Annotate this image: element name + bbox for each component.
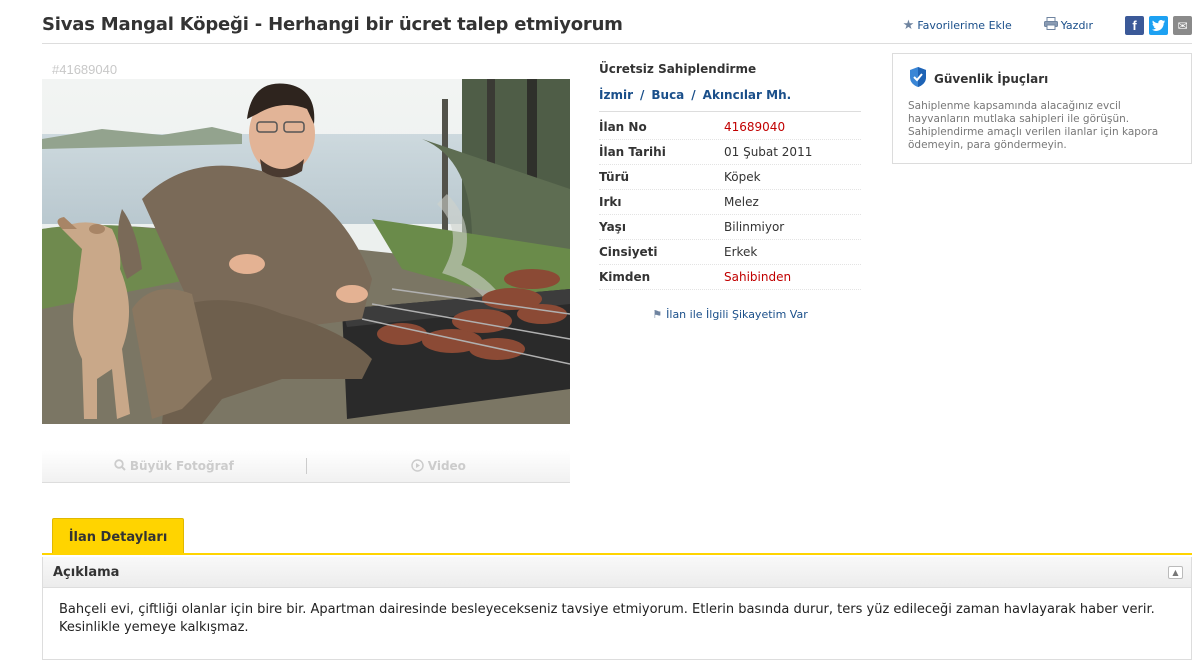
collapse-icon[interactable]: ▲	[1168, 565, 1183, 579]
info-row-label: Türü	[599, 170, 630, 184]
info-row-label: Irkı	[599, 195, 622, 209]
star-icon: ★	[902, 18, 915, 33]
breadcrumb-neighborhood[interactable]: Akıncılar Mh.	[703, 88, 792, 102]
print-button[interactable]: Yazdır	[1043, 17, 1093, 34]
flag-icon: ⚑	[652, 308, 663, 321]
safety-tips-header: Güvenlik İpuçları	[908, 66, 1176, 91]
safety-tips-text: Sahiplenme kapsamında alacağınız evcil h…	[908, 100, 1159, 151]
play-icon	[410, 459, 428, 473]
media-bar: Büyük Fotoğraf Video	[42, 450, 570, 483]
category-label: Ücretsiz Sahiplendirme	[599, 62, 757, 76]
breadcrumb-district[interactable]: Buca	[651, 88, 684, 102]
share-buttons: f ✉	[1125, 16, 1192, 35]
description-header: Açıklama ▲	[43, 557, 1191, 588]
description-text: Bahçeli evi, çiftliği olanlar için bire …	[59, 602, 1155, 635]
top-actions: ★ Favorilerime Ekle Yazdır f ✉	[903, 16, 1192, 35]
info-row-value: 01 Şubat 2011	[724, 145, 813, 159]
info-row-label: Kimden	[599, 270, 651, 284]
description-panel: Açıklama ▲ Bahçeli evi, çiftliği olanlar…	[42, 557, 1192, 660]
info-row-value: 41689040	[724, 120, 786, 134]
big-photo-label: Büyük Fotoğraf	[129, 459, 234, 473]
mail-share-icon[interactable]: ✉	[1173, 16, 1192, 35]
video-label: Video	[427, 459, 466, 473]
info-row: İlan Tarihi 01 Şubat 2011	[599, 140, 861, 165]
listing-info: Ücretsiz Sahiplendirme İzmir / Buca / Akıncı…	[599, 62, 861, 321]
print-label: Yazdır	[1060, 19, 1093, 32]
info-row: Cinsiyeti Erkek	[599, 240, 861, 265]
facebook-share-icon[interactable]: f	[1125, 16, 1144, 35]
info-row-value: Köpek	[724, 170, 761, 184]
report-listing-link[interactable]: ⚑ İlan ile İlgili Şikayetim Var	[599, 308, 861, 321]
photo-watermark-id: #41689040	[52, 62, 118, 77]
page-title: Sivas Mangal Köpeği - Herhangi bir ücret…	[42, 14, 623, 35]
description-title: Açıklama	[53, 564, 120, 580]
info-row-value: Melez	[724, 195, 759, 209]
breadcrumb-city[interactable]: İzmir	[599, 88, 633, 102]
location-breadcrumb: İzmir / Buca / Akıncılar Mh.	[599, 88, 861, 112]
tab-listing-details[interactable]: İlan Detayları	[52, 518, 184, 555]
twitter-share-icon[interactable]	[1149, 16, 1168, 35]
safety-tips-title: Güvenlik İpuçları	[934, 71, 1049, 86]
video-button[interactable]: Video	[307, 459, 571, 473]
info-row-value: Erkek	[724, 245, 758, 259]
info-row-label: İlan Tarihi	[599, 145, 666, 159]
report-listing-label: İlan ile İlgili Şikayetim Var	[666, 308, 808, 321]
shield-icon	[908, 66, 934, 91]
safety-tips-box: Güvenlik İpuçları Sahiplenme kapsamında …	[892, 53, 1192, 164]
info-row-value: Sahibinden	[724, 270, 792, 284]
add-favorite-label: Favorilerime Ekle	[917, 19, 1012, 32]
info-row-label: İlan No	[599, 120, 647, 134]
big-photo-button[interactable]: Büyük Fotoğraf	[42, 459, 306, 473]
info-row: Yaşı Bilinmiyor	[599, 215, 861, 240]
title-divider	[42, 43, 1192, 44]
info-row-value: Bilinmiyor	[724, 220, 785, 234]
add-favorite-button[interactable]: ★ Favorilerime Ekle	[903, 18, 1012, 33]
tab-underline	[42, 553, 1192, 555]
info-row-label: Yaşı	[599, 220, 626, 234]
info-row: Kimden Sahibinden	[599, 265, 861, 290]
info-row: Türü Köpek	[599, 165, 861, 190]
info-table: İlan No 41689040 İlan Tarihi 01 Şubat 2011 T…	[599, 115, 861, 290]
info-row: İlan No 41689040	[599, 115, 861, 140]
info-row-label: Cinsiyeti	[599, 245, 658, 259]
listing-photo[interactable]	[42, 79, 570, 424]
printer-icon	[1043, 17, 1058, 34]
info-row: Irkı Melez	[599, 190, 861, 215]
magnifier-icon	[113, 459, 130, 473]
